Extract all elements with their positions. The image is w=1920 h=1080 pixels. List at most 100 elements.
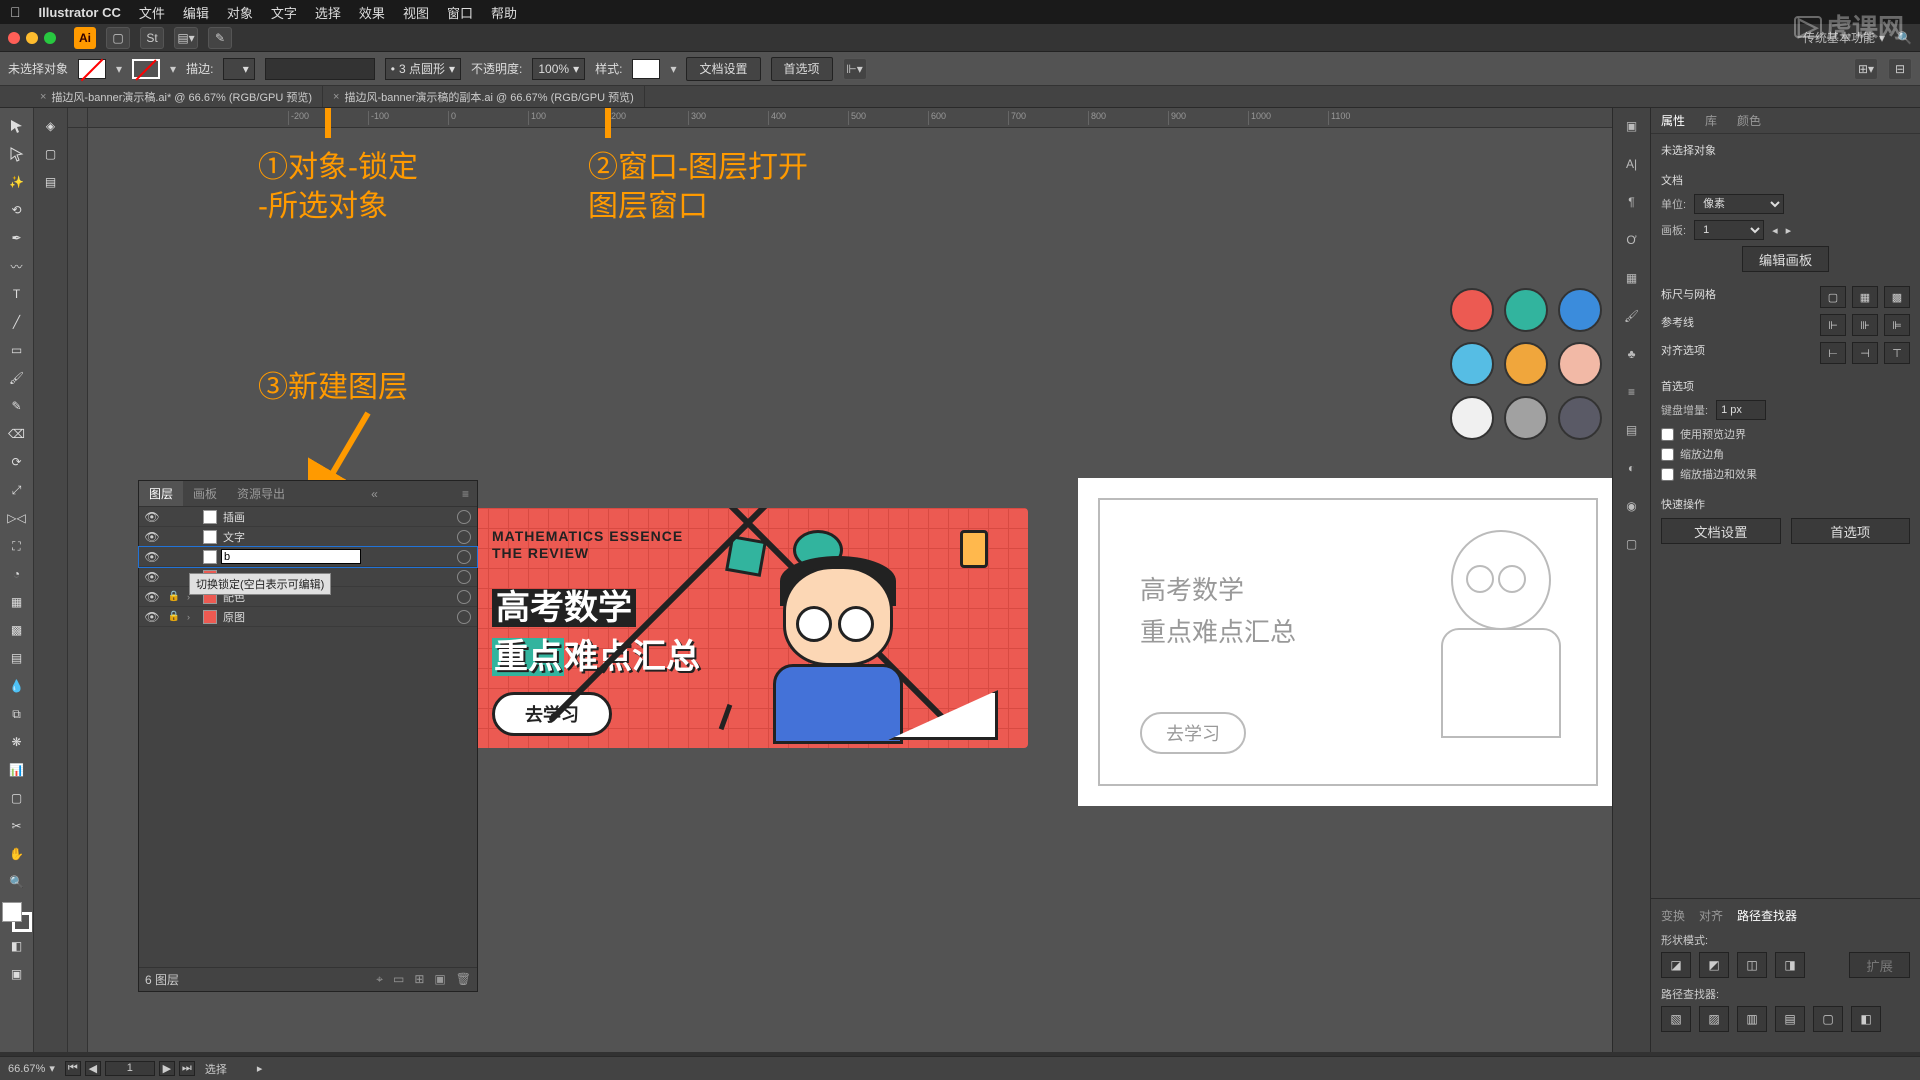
units-select[interactable]: 像素 — [1694, 194, 1784, 214]
gpu-icon[interactable]: ✎ — [208, 27, 232, 49]
shape-builder-tool-icon[interactable]: ◔ — [2, 560, 32, 588]
visibility-toggle-icon[interactable]: 👁 — [143, 590, 161, 604]
expand-icon[interactable]: › — [187, 612, 199, 622]
menu-object[interactable]: 对象 — [227, 3, 253, 22]
rectangle-tool-icon[interactable]: ▭ — [2, 336, 32, 364]
target-icon[interactable] — [457, 510, 471, 524]
tab-color[interactable]: 颜色 — [1727, 108, 1771, 133]
apple-icon[interactable]:  — [10, 4, 21, 20]
menu-type[interactable]: 文字 — [271, 3, 297, 22]
status-dropdown-icon[interactable]: ▸ — [257, 1062, 263, 1075]
align-icon[interactable]: ⊩▾ — [843, 58, 867, 80]
next-artboard-icon[interactable]: ▸ — [1786, 224, 1792, 237]
zoom-level[interactable]: 66.67% ▾ — [8, 1062, 55, 1075]
menu-effect[interactable]: 效果 — [359, 3, 385, 22]
prev-artboard-icon[interactable]: ◂ — [1772, 224, 1778, 237]
asset-export-panel-icon[interactable]: ▤ — [36, 168, 66, 196]
graphic-styles-panel-icon[interactable]: ▢ — [1620, 532, 1644, 556]
layer-name[interactable]: 插画 — [221, 509, 453, 525]
visibility-toggle-icon[interactable]: 👁 — [143, 570, 161, 584]
edit-artboards-button[interactable]: 编辑画板 — [1742, 246, 1829, 272]
snap-pixel-icon[interactable]: ⊢ — [1820, 342, 1846, 364]
stroke-profile-dd[interactable]: • 3 点圆形 ▾ — [385, 58, 461, 80]
scale-corners-checkbox[interactable] — [1661, 448, 1674, 461]
guides-visibility-icon[interactable]: ⊩ — [1820, 314, 1846, 336]
tab-properties[interactable]: 属性 — [1651, 108, 1695, 133]
menu-help[interactable]: 帮助 — [491, 3, 517, 22]
panel-menu-icon[interactable]: ≡ — [462, 487, 477, 501]
maximize-window-icon[interactable] — [44, 32, 56, 44]
target-icon[interactable] — [457, 570, 471, 584]
minus-front-icon[interactable]: ◩ — [1699, 952, 1729, 978]
layer-rename-input[interactable] — [221, 549, 361, 564]
lock-toggle-icon[interactable]: 🔒 — [165, 611, 183, 622]
prefs-quick-button[interactable]: 首选项 — [1791, 518, 1911, 544]
width-tool-icon[interactable]: ▷◁ — [2, 504, 32, 532]
opacity-input[interactable]: 100% ▾ — [532, 58, 585, 80]
unite-icon[interactable]: ◪ — [1661, 952, 1691, 978]
zoom-tool-icon[interactable]: 🔍 — [2, 868, 32, 896]
tab-asset-export[interactable]: 资源导出 — [227, 481, 295, 506]
appearance-panel-icon[interactable]: ◉ — [1620, 494, 1644, 518]
layer-name[interactable]: 原图 — [221, 609, 453, 625]
layer-name[interactable]: 文字 — [221, 529, 453, 545]
gradient-tool-icon[interactable]: ▤ — [2, 644, 32, 672]
intersect-icon[interactable]: ◫ — [1737, 952, 1767, 978]
scale-strokes-checkbox[interactable] — [1661, 468, 1674, 481]
divide-icon[interactable]: ▧ — [1661, 1006, 1691, 1032]
menu-file[interactable]: 文件 — [139, 3, 165, 22]
gradient-panel-icon[interactable]: ▤ — [1620, 418, 1644, 442]
clip-mask-icon[interactable]: ▭ — [393, 972, 404, 987]
color-mode-icon[interactable]: ◧ — [2, 932, 32, 960]
lock-toggle-icon[interactable]: 🔒 — [165, 591, 183, 602]
expand-button[interactable]: 扩展 — [1849, 952, 1910, 978]
new-layer-icon[interactable]: ▣ — [434, 972, 445, 987]
tab-artboards[interactable]: 画板 — [183, 481, 227, 506]
eyedropper-tool-icon[interactable]: 💧 — [2, 672, 32, 700]
color-panel-icon[interactable]: ▣ — [1620, 114, 1644, 138]
document-setup-button[interactable]: 文档设置 — [686, 57, 760, 81]
merge-icon[interactable]: ▥ — [1737, 1006, 1767, 1032]
blend-tool-icon[interactable]: ⧉ — [2, 700, 32, 728]
fill-swatch[interactable] — [78, 59, 106, 79]
snap-grid-icon[interactable]: ⊤ — [1884, 342, 1910, 364]
preview-bounds-checkbox[interactable] — [1661, 428, 1674, 441]
layers-panel[interactable]: 图层 画板 资源导出 « ≡ 👁 插画 👁 文字 👁 — [138, 480, 478, 992]
exclude-icon[interactable]: ◨ — [1775, 952, 1805, 978]
artboard-select[interactable]: 1 — [1694, 220, 1764, 240]
guides-lock-icon[interactable]: ⊪ — [1852, 314, 1878, 336]
lasso-tool-icon[interactable]: ⟲ — [2, 196, 32, 224]
ai-home-icon[interactable]: Ai — [74, 27, 96, 49]
target-icon[interactable] — [457, 530, 471, 544]
locate-layer-icon[interactable]: ⌖ — [376, 972, 383, 987]
vertical-ruler[interactable] — [68, 128, 88, 1052]
transparency-grid-icon[interactable]: ▩ — [1884, 286, 1910, 308]
visibility-toggle-icon[interactable]: 👁 — [143, 530, 161, 544]
layer-row[interactable]: 👁🔒› 原图 — [139, 607, 477, 627]
bridge-icon[interactable]: St — [140, 27, 164, 49]
artboard-tool-icon[interactable]: ▢ — [2, 784, 32, 812]
tab-close-icon[interactable]: × — [333, 91, 339, 103]
layer-row-editing[interactable]: 👁 — [139, 547, 477, 567]
character-panel-icon[interactable]: A| — [1620, 152, 1644, 176]
stroke-swatch[interactable] — [132, 59, 160, 79]
trim-icon[interactable]: ▨ — [1699, 1006, 1729, 1032]
menu-view[interactable]: 视图 — [403, 3, 429, 22]
visibility-toggle-icon[interactable]: 👁 — [143, 550, 161, 564]
ruler-origin[interactable] — [68, 108, 88, 128]
symbol-tool-icon[interactable]: ❋ — [2, 728, 32, 756]
target-icon[interactable] — [457, 550, 471, 564]
graph-tool-icon[interactable]: 📊 — [2, 756, 32, 784]
layer-row[interactable]: 👁 插画 — [139, 507, 477, 527]
tab-pathfinder[interactable]: 路径查找器 — [1737, 907, 1797, 924]
pen-tool-icon[interactable]: ✒ — [2, 224, 32, 252]
document-tab-1[interactable]: ×描边风-banner演示稿.ai* @ 66.67% (RGB/GPU 预览) — [30, 86, 323, 107]
document-tab-2[interactable]: ×描边风-banner演示稿的副本.ai @ 66.67% (RGB/GPU 预… — [323, 86, 645, 107]
magic-wand-tool-icon[interactable]: ✨ — [2, 168, 32, 196]
canvas-area[interactable]: -200 -100 0 100 200 300 400 500 600 700 … — [68, 108, 1612, 1052]
tab-align[interactable]: 对齐 — [1699, 907, 1723, 924]
layers-panel-icon[interactable]: ◈ — [36, 112, 66, 140]
slice-tool-icon[interactable]: ✂ — [2, 812, 32, 840]
tab-layers[interactable]: 图层 — [139, 481, 183, 506]
new-doc-icon[interactable]: ▢ — [106, 27, 130, 49]
